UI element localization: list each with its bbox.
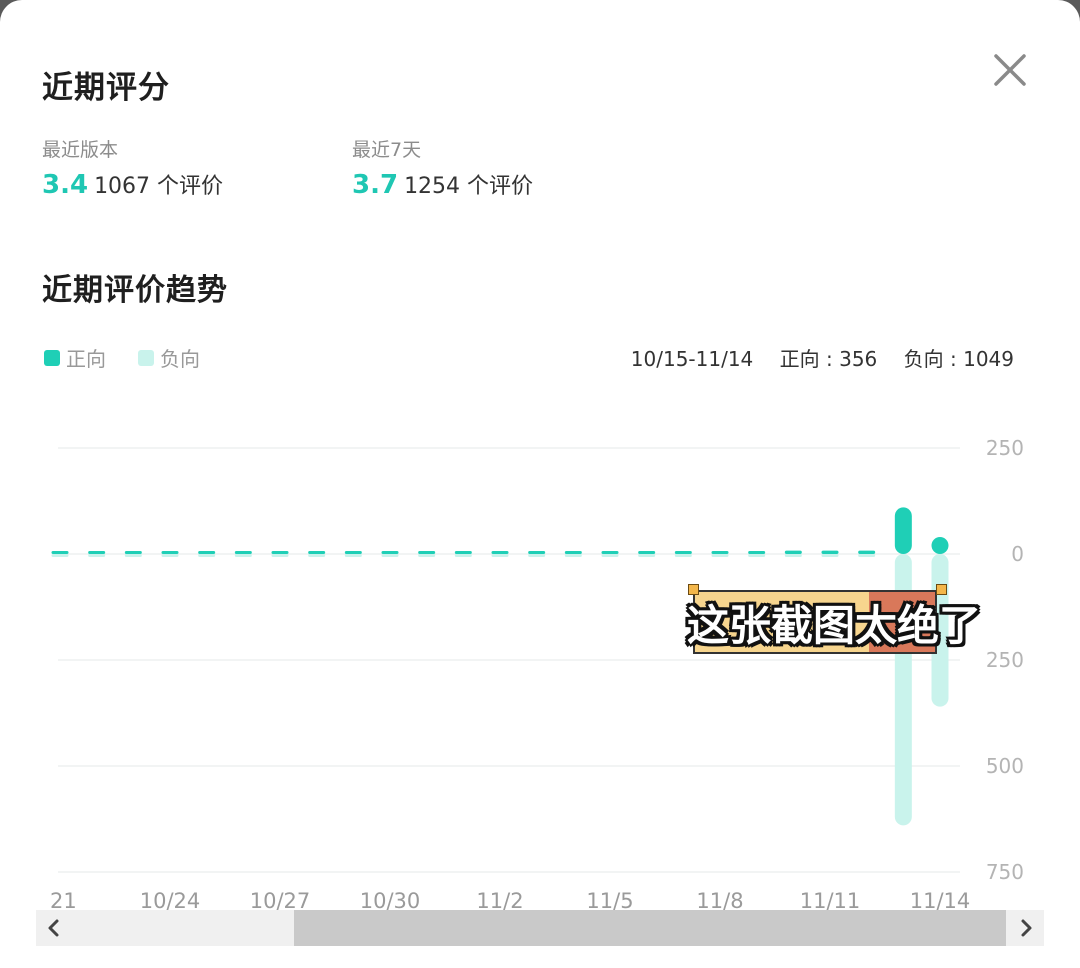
bar-positive [381,551,399,554]
bar-negative [674,554,692,557]
bar-negative [51,554,69,557]
bar-positive [638,551,656,554]
bar-negative [564,554,582,557]
last-7-days-rating: 3.7 1254 个评价 [352,168,533,200]
bar-negative [858,554,876,557]
bar-positive [271,551,289,554]
bar-negative [711,554,729,557]
x-tick-label: 10/30 [360,889,421,910]
legend-label-positive: 正向 [66,347,106,371]
bar-positive [234,551,252,554]
bar-positive [308,551,326,554]
bar-negative [198,554,216,557]
bar-positive [124,551,142,554]
bar-negative [88,554,106,557]
bar-negative [271,554,289,557]
legend-positive[interactable]: 正向 [44,343,106,372]
chart-summary: 10/15-11/14 正向 : 356 负向 : 1049 [631,343,1014,372]
bar-negative [638,554,656,557]
rating-dialog: 近期评分 最近版本 3.4 1067 个评价 最近7天 3.7 1254 个评价 近… [0,0,1080,968]
bar-positive [418,551,436,554]
bar-positive [931,537,949,554]
bar-negative [124,554,142,557]
x-tick-label: 11/8 [696,889,743,910]
legend-swatch-negative [138,349,154,366]
bar-negative [821,554,839,557]
bar-positive [821,550,839,554]
y-tick-label: 500 [986,754,1024,778]
x-tick-label: 11/14 [910,889,971,910]
bar-negative [161,554,179,557]
bar-positive [674,551,692,554]
last-7-days-count: 1254 个评价 [404,174,534,199]
bar-positive [344,551,362,554]
x-tick-label: 11/2 [476,889,523,910]
bar-negative [491,554,509,557]
bar-positive [784,550,802,554]
bar-negative [418,554,436,557]
close-button[interactable] [988,48,1032,92]
legend-negative[interactable]: 负向 [138,343,200,372]
scrollbar-thumb[interactable] [294,910,1006,946]
x-tick-label: 10/24 [140,889,201,910]
bar-negative [308,554,326,557]
bar-positive [748,551,766,554]
y-tick-label: 0 [1011,542,1024,566]
caption-text: 这张截图太绝了 [687,601,982,650]
bar-positive [454,551,472,554]
scroll-right-button[interactable] [1012,914,1040,942]
bar-positive [88,551,106,554]
legend-swatch-positive [44,349,60,366]
close-icon [994,54,1026,86]
chart-legend: 正向 负向 [44,343,232,372]
bar-positive [51,551,69,554]
chevron-right-icon [1021,919,1032,937]
bar-negative [234,554,252,557]
latest-version-score: 3.4 [42,170,89,200]
scroll-left-button[interactable] [40,914,68,942]
bar-positive [894,507,912,554]
bar-positive [858,550,876,554]
bar-negative [784,554,802,557]
bar-negative [454,554,472,557]
bar-positive [198,551,216,554]
x-tick-label: 10/27 [250,889,311,910]
bar-positive [161,551,179,554]
bar-negative [748,554,766,557]
chevron-left-icon [48,919,59,937]
video-caption: 这张截图太绝了 [687,584,981,658]
latest-version-label: 最近版本 [42,139,119,161]
trend-title: 近期评价趋势 [42,273,228,308]
y-tick-label: 250 [986,436,1024,460]
last-7-days-score: 3.7 [352,170,399,200]
bar-positive [711,551,729,554]
latest-version-count: 1067 个评价 [94,174,224,199]
bar-negative [528,554,546,557]
summary-negative: 负向 : 1049 [903,347,1014,371]
page-title: 近期评分 [42,70,170,106]
bar-positive [564,551,582,554]
bar-positive [491,551,509,554]
bar-negative [381,554,399,557]
x-tick-label: 11/5 [586,889,633,910]
bar-positive [601,551,619,554]
legend-label-negative: 负向 [160,347,200,371]
chart-scrollbar[interactable] [36,910,1044,946]
x-tick-label: 11/11 [800,889,861,910]
summary-positive: 正向 : 356 [779,347,878,371]
bar-negative [601,554,619,557]
y-tick-label: 750 [986,860,1024,884]
x-tick-label: 21 [50,889,77,910]
bar-positive [528,551,546,554]
latest-version-rating: 3.4 1067 个评价 [42,168,223,200]
last-7-days-label: 最近7天 [352,139,422,161]
bar-negative [344,554,362,557]
summary-range: 10/15-11/14 [630,347,754,371]
